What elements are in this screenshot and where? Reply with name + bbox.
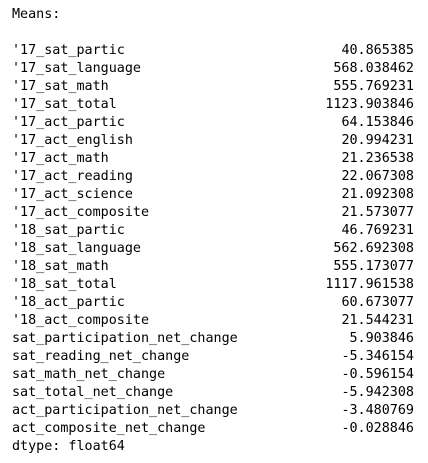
row-key: '17_sat_total [12, 97, 117, 112]
row-value: 60.673077 [341, 295, 414, 310]
output-header: Means: [12, 7, 61, 22]
series-row: '17_act_science 21.092308 [12, 186, 416, 204]
cell-output: Means: '17_sat_partic 40.865385 '17_sat_l… [12, 6, 416, 456]
series-row: '17_sat_partic 40.865385 [12, 42, 416, 60]
row-key: act_participation_net_change [12, 403, 238, 418]
row-value: 1123.903846 [325, 97, 414, 112]
series-row: '18_sat_language 562.692308 [12, 240, 416, 258]
row-value: 21.236538 [341, 151, 414, 166]
row-key: sat_participation_net_change [12, 331, 238, 346]
row-key: '17_act_reading [12, 169, 133, 184]
row-key: '17_sat_partic [12, 43, 125, 58]
row-key: '17_act_math [12, 151, 109, 166]
series-row: '17_sat_math 555.769231 [12, 78, 416, 96]
row-value: 5.903846 [349, 331, 415, 346]
row-key: '18_act_composite [12, 313, 150, 328]
row-key: '18_sat_partic [12, 223, 125, 238]
row-key: '17_act_science [12, 187, 133, 202]
series-row: '17_act_english 20.994231 [12, 132, 416, 150]
series-row: sat_total_net_change -5.942308 [12, 384, 416, 402]
series-row: '18_sat_math 555.173077 [12, 258, 416, 276]
row-key: '18_act_partic [12, 295, 125, 310]
series-row: act_participation_net_change -3.480769 [12, 402, 416, 420]
row-value: 40.865385 [341, 43, 414, 58]
row-key: sat_total_net_change [12, 385, 174, 400]
row-value: 46.769231 [341, 223, 414, 238]
row-key: '18_sat_language [12, 241, 141, 256]
series-row: act_composite_net_change -0.028846 [12, 420, 416, 438]
row-value: 22.067308 [341, 169, 414, 184]
row-value: 568.038462 [333, 61, 414, 76]
series-row: sat_reading_net_change -5.346154 [12, 348, 416, 366]
row-value: -5.942308 [341, 385, 414, 400]
row-value: 21.092308 [341, 187, 414, 202]
row-value: 562.692308 [333, 241, 414, 256]
series-row: '17_act_partic 64.153846 [12, 114, 416, 132]
row-value: -5.346154 [341, 349, 414, 364]
row-key: '17_act_partic [12, 115, 125, 130]
row-value: 21.544231 [341, 313, 414, 328]
series-row: sat_participation_net_change 5.903846 [12, 330, 416, 348]
row-key: '17_sat_math [12, 79, 109, 94]
series-row: '17_act_composite 21.573077 [12, 204, 416, 222]
series-row: sat_math_net_change -0.596154 [12, 366, 416, 384]
row-value: -3.480769 [341, 403, 414, 418]
series-row: '18_sat_total 1117.961538 [12, 276, 416, 294]
series-row: '18_act_partic 60.673077 [12, 294, 416, 312]
row-key: '17_sat_language [12, 61, 141, 76]
row-key: sat_math_net_change [12, 367, 166, 382]
row-key: '17_act_english [12, 133, 133, 148]
row-value: 64.153846 [341, 115, 414, 130]
row-key: '18_sat_math [12, 259, 109, 274]
row-key: act_composite_net_change [12, 421, 206, 436]
row-value: 21.573077 [341, 205, 414, 220]
row-value: 555.173077 [333, 259, 414, 274]
row-value: 555.769231 [333, 79, 414, 94]
row-value: 20.994231 [341, 133, 414, 148]
series-row: '17_sat_total 1123.903846 [12, 96, 416, 114]
row-value: 1117.961538 [325, 277, 414, 292]
row-key: sat_reading_net_change [12, 349, 190, 364]
series-row: '17_act_math 21.236538 [12, 150, 416, 168]
row-value: -0.028846 [341, 421, 414, 436]
row-key: '18_sat_total [12, 277, 117, 292]
series-row: '17_act_reading 22.067308 [12, 168, 416, 186]
row-key: '17_act_composite [12, 205, 150, 220]
row-value: -0.596154 [341, 367, 414, 382]
series-row: '17_sat_language 568.038462 [12, 60, 416, 78]
output-dtype: dtype: float64 [12, 439, 125, 454]
series-row: '18_act_composite 21.544231 [12, 312, 416, 330]
series-row: '18_sat_partic 46.769231 [12, 222, 416, 240]
